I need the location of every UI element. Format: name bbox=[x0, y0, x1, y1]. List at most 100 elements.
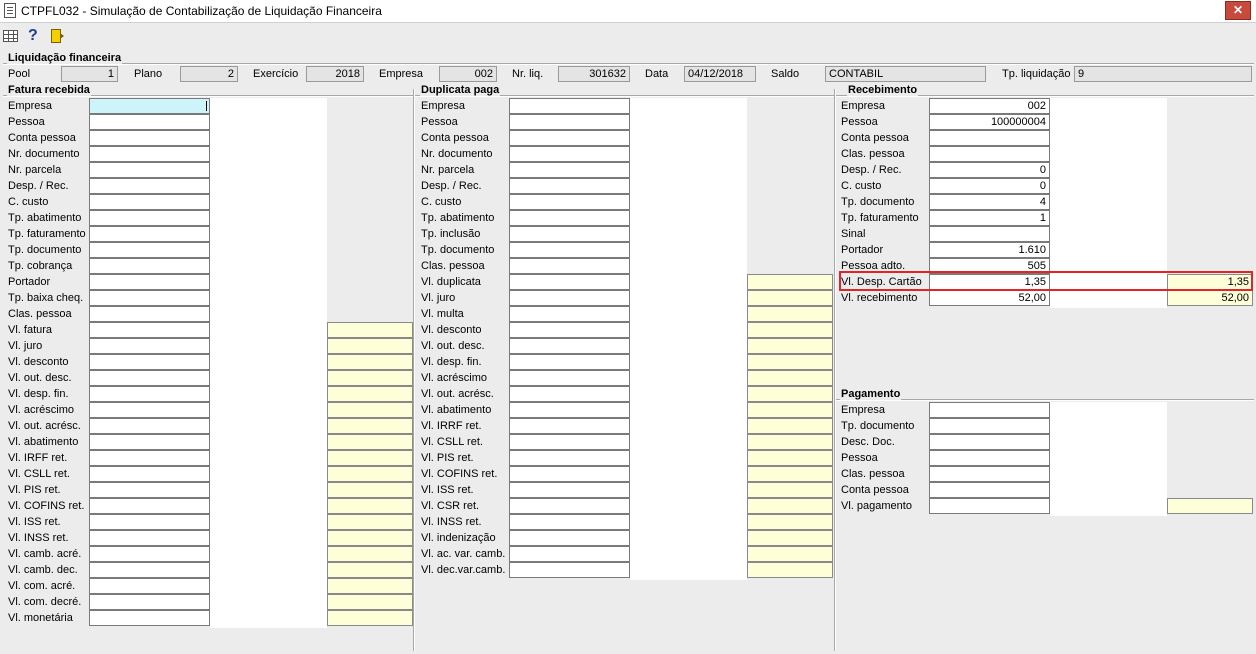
recebimento-conta-pessoa-field[interactable] bbox=[929, 130, 1050, 146]
fatura-vl-camb-acre-field[interactable] bbox=[89, 546, 210, 562]
recebimento-vl-recebimento-total-field[interactable]: 52,00 bbox=[1167, 290, 1253, 306]
pagamento-vl-pagamento-field[interactable] bbox=[929, 498, 1050, 514]
saldo-field[interactable]: CONTABIL bbox=[825, 66, 986, 82]
fatura-vl-out-acresc-total-field[interactable] bbox=[327, 418, 413, 434]
recebimento-tp-documento-field[interactable]: 4 bbox=[929, 194, 1050, 210]
fatura-vl-cofins-ret-field[interactable] bbox=[89, 498, 210, 514]
duplicata-vl-abatimento-total-field[interactable] bbox=[747, 402, 833, 418]
fatura-vl-inss-ret-total-field[interactable] bbox=[327, 530, 413, 546]
duplicata-vl-desconto-field[interactable] bbox=[509, 322, 630, 338]
recebimento-c-custo-field[interactable]: 0 bbox=[929, 178, 1050, 194]
duplicata-vl-desp-fin-total-field[interactable] bbox=[747, 354, 833, 370]
grid-icon[interactable] bbox=[3, 30, 18, 42]
duplicata-vl-out-desc-total-field[interactable] bbox=[747, 338, 833, 354]
pagamento-conta-pessoa-field[interactable] bbox=[929, 482, 1050, 498]
pagamento-desc-doc-field[interactable] bbox=[929, 434, 1050, 450]
close-button[interactable]: ✕ bbox=[1225, 1, 1251, 20]
fatura-vl-pis-ret-field[interactable] bbox=[89, 482, 210, 498]
recebimento-pessoa-field[interactable]: 100000004 bbox=[929, 114, 1050, 130]
exit-door-icon[interactable] bbox=[51, 29, 64, 43]
duplicata-empresa-field[interactable] bbox=[509, 98, 630, 114]
duplicata-vl-pis-ret-field[interactable] bbox=[509, 450, 630, 466]
tpliq-field[interactable]: 9 bbox=[1074, 66, 1252, 82]
pagamento-vl-pagamento-total-field[interactable] bbox=[1167, 498, 1253, 514]
duplicata-vl-out-acresc-field[interactable] bbox=[509, 386, 630, 402]
fatura-vl-out-desc-total-field[interactable] bbox=[327, 370, 413, 386]
duplicata-vl-pis-ret-total-field[interactable] bbox=[747, 450, 833, 466]
recebimento-sinal-field[interactable] bbox=[929, 226, 1050, 242]
duplicata-vl-indenizacao-total-field[interactable] bbox=[747, 530, 833, 546]
duplicata-vl-csll-ret-field[interactable] bbox=[509, 434, 630, 450]
fatura-vl-com-decre-field[interactable] bbox=[89, 594, 210, 610]
fatura-vl-camb-acre-total-field[interactable] bbox=[327, 546, 413, 562]
duplicata-vl-acrescimo-field[interactable] bbox=[509, 370, 630, 386]
duplicata-tp-abatimento-field[interactable] bbox=[509, 210, 630, 226]
recebimento-tp-faturamento-field[interactable]: 1 bbox=[929, 210, 1050, 226]
fatura-vl-acrescimo-total-field[interactable] bbox=[327, 402, 413, 418]
fatura-tp-faturamento-field[interactable] bbox=[89, 226, 210, 242]
data-field[interactable]: 04/12/2018 bbox=[684, 66, 756, 82]
duplicata-vl-multa-field[interactable] bbox=[509, 306, 630, 322]
fatura-desp-rec-field[interactable] bbox=[89, 178, 210, 194]
duplicata-vl-irrf-ret-field[interactable] bbox=[509, 418, 630, 434]
fatura-vl-out-acresc-field[interactable] bbox=[89, 418, 210, 434]
pagamento-tp-documento-field[interactable] bbox=[929, 418, 1050, 434]
fatura-vl-juro-total-field[interactable] bbox=[327, 338, 413, 354]
duplicata-vl-cofins-ret-field[interactable] bbox=[509, 466, 630, 482]
fatura-conta-pessoa-field[interactable] bbox=[89, 130, 210, 146]
fatura-vl-abatimento-field[interactable] bbox=[89, 434, 210, 450]
fatura-vl-out-desc-field[interactable] bbox=[89, 370, 210, 386]
duplicata-vl-abatimento-field[interactable] bbox=[509, 402, 630, 418]
duplicata-tp-inclusao-field[interactable] bbox=[509, 226, 630, 242]
recebimento-empresa-field[interactable]: 002 bbox=[929, 98, 1050, 114]
fatura-vl-monetaria-field[interactable] bbox=[89, 610, 210, 626]
fatura-pessoa-field[interactable] bbox=[89, 114, 210, 130]
duplicata-pessoa-field[interactable] bbox=[509, 114, 630, 130]
fatura-vl-irff-ret-total-field[interactable] bbox=[327, 450, 413, 466]
fatura-vl-iss-ret-total-field[interactable] bbox=[327, 514, 413, 530]
plano-field[interactable]: 2 bbox=[180, 66, 238, 82]
duplicata-c-custo-field[interactable] bbox=[509, 194, 630, 210]
fatura-vl-fatura-field[interactable] bbox=[89, 322, 210, 338]
recebimento-desp-rec-field[interactable]: 0 bbox=[929, 162, 1050, 178]
duplicata-vl-inss-ret-total-field[interactable] bbox=[747, 514, 833, 530]
nrliq-field[interactable]: 301632 bbox=[558, 66, 630, 82]
duplicata-vl-juro-field[interactable] bbox=[509, 290, 630, 306]
fatura-tp-documento-field[interactable] bbox=[89, 242, 210, 258]
fatura-vl-com-decre-total-field[interactable] bbox=[327, 594, 413, 610]
duplicata-vl-dec-var-camb-total-field[interactable] bbox=[747, 562, 833, 578]
duplicata-vl-acrescimo-total-field[interactable] bbox=[747, 370, 833, 386]
duplicata-vl-out-acresc-total-field[interactable] bbox=[747, 386, 833, 402]
duplicata-vl-desp-fin-field[interactable] bbox=[509, 354, 630, 370]
recebimento-vl-recebimento-field[interactable]: 52,00 bbox=[929, 290, 1050, 306]
fatura-vl-iss-ret-field[interactable] bbox=[89, 514, 210, 530]
fatura-vl-fatura-total-field[interactable] bbox=[327, 322, 413, 338]
fatura-vl-csll-ret-total-field[interactable] bbox=[327, 466, 413, 482]
duplicata-vl-ac-var-camb-total-field[interactable] bbox=[747, 546, 833, 562]
recebimento-portador-field[interactable]: 1.610 bbox=[929, 242, 1050, 258]
fatura-vl-camb-dec-total-field[interactable] bbox=[327, 562, 413, 578]
fatura-vl-juro-field[interactable] bbox=[89, 338, 210, 354]
duplicata-nr-parcela-field[interactable] bbox=[509, 162, 630, 178]
duplicata-nr-documento-field[interactable] bbox=[509, 146, 630, 162]
duplicata-vl-out-desc-field[interactable] bbox=[509, 338, 630, 354]
pagamento-empresa-field[interactable] bbox=[929, 402, 1050, 418]
recebimento-clas-pessoa-field[interactable] bbox=[929, 146, 1050, 162]
pagamento-pessoa-field[interactable] bbox=[929, 450, 1050, 466]
duplicata-vl-cofins-ret-total-field[interactable] bbox=[747, 466, 833, 482]
fatura-tp-baixa-cheq-field[interactable] bbox=[89, 290, 210, 306]
fatura-vl-pis-ret-total-field[interactable] bbox=[327, 482, 413, 498]
pagamento-clas-pessoa-field[interactable] bbox=[929, 466, 1050, 482]
duplicata-vl-indenizacao-field[interactable] bbox=[509, 530, 630, 546]
pool-field[interactable]: 1 bbox=[61, 66, 118, 82]
exercicio-field[interactable]: 2018 bbox=[306, 66, 364, 82]
duplicata-vl-duplicata-field[interactable] bbox=[509, 274, 630, 290]
duplicata-vl-iss-ret-total-field[interactable] bbox=[747, 482, 833, 498]
duplicata-vl-desconto-total-field[interactable] bbox=[747, 322, 833, 338]
fatura-vl-desconto-total-field[interactable] bbox=[327, 354, 413, 370]
fatura-vl-cofins-ret-total-field[interactable] bbox=[327, 498, 413, 514]
duplicata-vl-duplicata-total-field[interactable] bbox=[747, 274, 833, 290]
fatura-vl-desp-fin-total-field[interactable] bbox=[327, 386, 413, 402]
duplicata-vl-juro-total-field[interactable] bbox=[747, 290, 833, 306]
duplicata-vl-multa-total-field[interactable] bbox=[747, 306, 833, 322]
